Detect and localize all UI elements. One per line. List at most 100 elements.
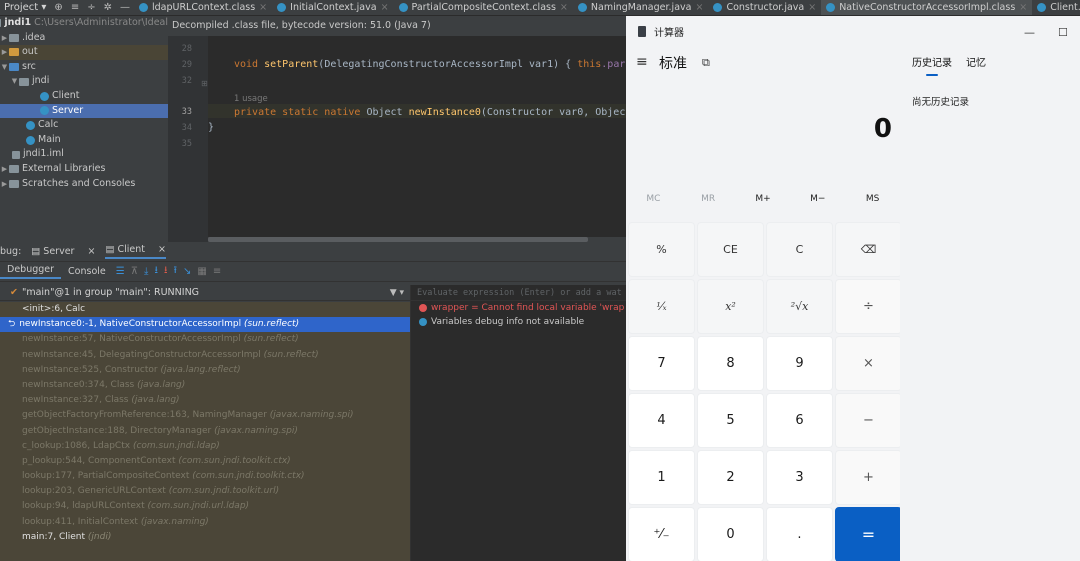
frame-item[interactable]: newInstance:525, Constructor (java.lang.…: [0, 363, 410, 378]
divide-button[interactable]: ÷: [835, 279, 902, 334]
expand-icon[interactable]: ÷: [83, 2, 99, 13]
frame-item[interactable]: getObjectFactoryFromReference:163, Namin…: [0, 408, 410, 423]
tab-constructor[interactable]: Constructor.java ×: [708, 0, 821, 15]
chevron-down-icon[interactable]: ▼: [0, 60, 9, 75]
target-icon[interactable]: ⊕: [50, 2, 66, 13]
square-root-button[interactable]: ²√x: [766, 279, 833, 334]
tree-item-server[interactable]: Server: [0, 103, 168, 119]
chevron-down-icon[interactable]: ▼: [10, 74, 19, 89]
tree-item-jndi[interactable]: ▼ jndi: [0, 74, 168, 89]
show-execution-point-icon[interactable]: ⊼: [131, 266, 138, 277]
memory-recall-button[interactable]: MR: [681, 194, 736, 204]
tree-item-out[interactable]: ▶ out: [0, 45, 168, 60]
frame-item[interactable]: c_lookup:1086, LdapCtx (com.sun.jndi.lda…: [0, 439, 410, 454]
digit-5-button[interactable]: 5: [697, 393, 764, 448]
digit-7-button[interactable]: 7: [628, 336, 695, 391]
tree-item-src[interactable]: ▼ src: [0, 60, 168, 75]
close-icon[interactable]: ×: [695, 2, 703, 13]
step-out-icon[interactable]: ⭱: [173, 263, 177, 280]
close-icon[interactable]: ×: [381, 2, 389, 13]
memory-subtract-button[interactable]: M−: [790, 194, 845, 204]
menu-icon[interactable]: ☰: [116, 266, 125, 277]
equals-button[interactable]: =: [835, 507, 902, 561]
chevron-right-icon[interactable]: ▶: [0, 45, 9, 60]
hamburger-menu-icon[interactable]: ≡: [636, 54, 648, 70]
step-over-icon[interactable]: ⤓: [144, 266, 148, 277]
session-tab-server[interactable]: ▤ Server ×: [31, 246, 95, 257]
frame-item-current[interactable]: ⮌ newInstance0:-1, NativeConstructorAcces…: [0, 317, 410, 333]
chevron-right-icon[interactable]: ▶: [0, 162, 9, 177]
negate-button[interactable]: ⁺⁄₋: [628, 507, 695, 561]
frame-item[interactable]: newInstance:327, Class (java.lang): [0, 393, 410, 408]
digit-2-button[interactable]: 2: [697, 450, 764, 505]
tab-namingmanager[interactable]: NamingManager.java ×: [573, 0, 709, 15]
maximize-icon[interactable]: ☐: [1058, 26, 1068, 39]
digit-0-button[interactable]: 0: [697, 507, 764, 561]
tree-item-idea[interactable]: ▶ .idea: [0, 31, 168, 46]
digit-3-button[interactable]: 3: [766, 450, 833, 505]
frame-item[interactable]: getObjectInstance:188, DirectoryManager …: [0, 424, 410, 439]
frame-item[interactable]: <init>:6, Calc: [0, 302, 410, 317]
tree-item-jndi1[interactable]: jndi1 C:\Users\Administrator\Ideal: [0, 16, 168, 31]
close-icon[interactable]: ×: [259, 2, 267, 13]
keep-on-top-icon[interactable]: ⧉: [702, 56, 710, 70]
tab-console[interactable]: Console: [61, 266, 113, 277]
collapse-all-icon[interactable]: ≡: [67, 2, 83, 13]
tree-item-main[interactable]: Main: [0, 133, 168, 148]
tab-debugger[interactable]: Debugger: [0, 264, 62, 279]
tree-item-calc[interactable]: Calc: [0, 118, 168, 133]
step-into-icon[interactable]: ⭳: [154, 263, 158, 280]
decimal-button[interactable]: .: [766, 507, 833, 561]
memory-add-button[interactable]: M+: [736, 194, 791, 204]
trace-icon[interactable]: ≡: [213, 266, 221, 277]
memory-clear-button[interactable]: MC: [626, 194, 681, 204]
tree-item-external-libraries[interactable]: ▶ External Libraries: [0, 162, 168, 177]
frame-item[interactable]: newInstance:45, DelegatingConstructorAcc…: [0, 348, 410, 363]
evaluate-icon[interactable]: ▦: [197, 266, 206, 277]
digit-6-button[interactable]: 6: [766, 393, 833, 448]
chevron-right-icon[interactable]: ▶: [0, 31, 9, 46]
close-icon[interactable]: ×: [808, 2, 816, 13]
digit-4-button[interactable]: 4: [628, 393, 695, 448]
force-step-into-icon[interactable]: ⭳: [164, 263, 168, 280]
percent-button[interactable]: %: [628, 222, 695, 277]
thread-selector[interactable]: ✔ "main"@1 in group "main": RUNNING ▼ ▾: [0, 285, 410, 301]
reciprocal-button[interactable]: ¹⁄ₓ: [628, 279, 695, 334]
tab-history[interactable]: 历史记录: [912, 54, 952, 69]
frame-item[interactable]: newInstance0:374, Class (java.lang): [0, 378, 410, 393]
gear-icon[interactable]: ✲: [100, 2, 116, 13]
tab-nativeconstructoraccessorimpl[interactable]: NativeConstructorAccessorImpl.class ×: [821, 0, 1033, 15]
backspace-button[interactable]: ⌫: [835, 222, 902, 277]
memory-store-button[interactable]: MS: [845, 194, 900, 204]
digit-8-button[interactable]: 8: [697, 336, 764, 391]
frame-item[interactable]: lookup:94, ldapURLContext (com.sun.jndi.…: [0, 499, 410, 514]
add-button[interactable]: +: [835, 450, 902, 505]
digit-1-button[interactable]: 1: [628, 450, 695, 505]
tree-item-iml[interactable]: jndi1.iml: [0, 147, 168, 162]
project-view-selector[interactable]: Project ▾: [0, 2, 50, 13]
hide-icon[interactable]: —: [116, 2, 134, 13]
tab-memory[interactable]: 记忆: [966, 54, 986, 69]
square-button[interactable]: x²: [697, 279, 764, 334]
frame-item[interactable]: p_lookup:544, ComponentContext (com.sun.…: [0, 454, 410, 469]
close-icon[interactable]: ×: [560, 2, 568, 13]
digit-9-button[interactable]: 9: [766, 336, 833, 391]
run-to-cursor-icon[interactable]: ↘: [183, 266, 191, 277]
usage-hint[interactable]: 1 usage: [234, 94, 268, 104]
clear-button[interactable]: C: [766, 222, 833, 277]
tab-ldapurlcontext[interactable]: ldapURLContext.class ×: [134, 0, 272, 15]
frame-item[interactable]: newInstance:57, NativeConstructorAccesso…: [0, 332, 410, 347]
subtract-button[interactable]: −: [835, 393, 902, 448]
frame-item[interactable]: main:7, Client (jndi): [0, 530, 410, 545]
close-icon[interactable]: ×: [1019, 2, 1027, 13]
variable-row-error[interactable]: wrapper = Cannot find local variable 'wr…: [411, 301, 626, 315]
session-tab-client[interactable]: ▤ Client ×: [105, 244, 166, 259]
clear-entry-button[interactable]: CE: [697, 222, 764, 277]
minimize-icon[interactable]: —: [1024, 26, 1035, 39]
tab-initialcontext[interactable]: InitialContext.java ×: [272, 0, 393, 15]
tab-client[interactable]: Client.java: [1032, 0, 1080, 15]
filter-icon[interactable]: ▼ ▾: [390, 285, 404, 301]
fold-icon[interactable]: ⊞: [201, 79, 208, 88]
tree-item-client[interactable]: Client: [0, 89, 168, 104]
frame-item[interactable]: lookup:177, PartialCompositeContext (com…: [0, 469, 410, 484]
